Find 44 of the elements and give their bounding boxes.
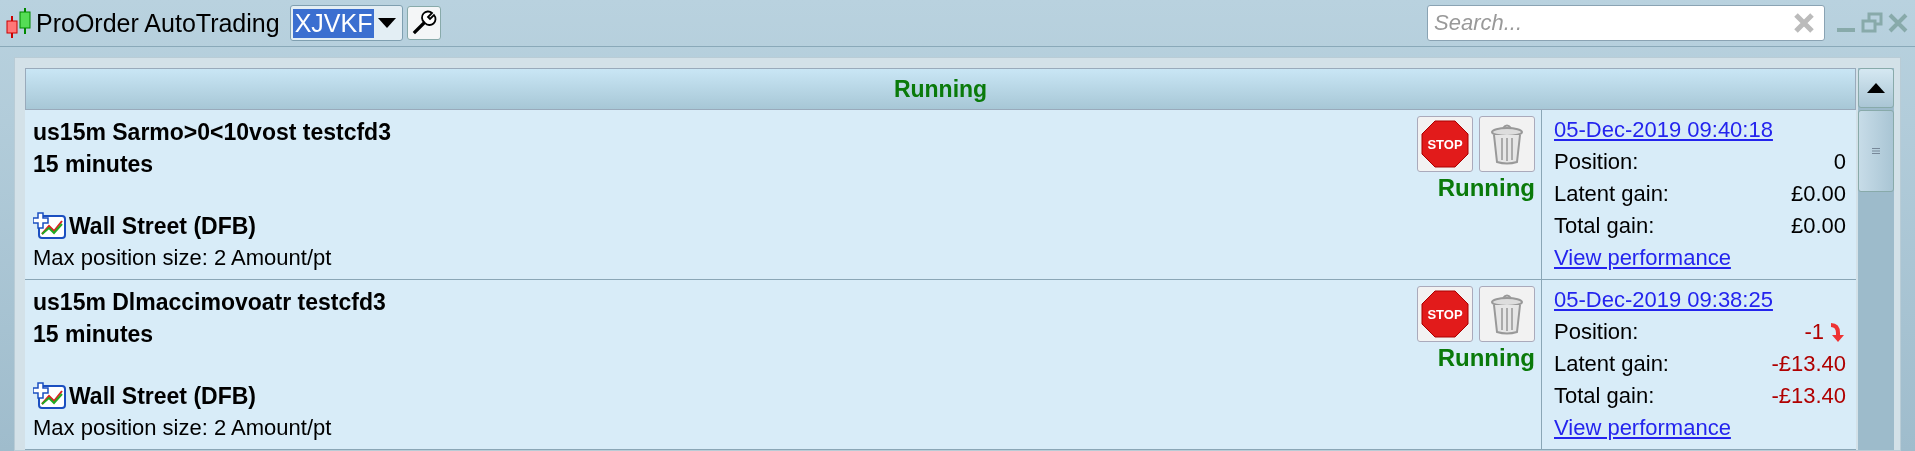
position-size: Max position size: 2 Amount/pt — [33, 244, 332, 272]
group-header: Running — [25, 68, 1856, 110]
latent-gain-value: £0.00 — [1790, 181, 1846, 207]
stop-button[interactable]: STOP — [1417, 286, 1473, 342]
search-field[interactable]: Search... — [1427, 5, 1825, 41]
close-icon[interactable] — [1887, 12, 1909, 34]
total-gain-label: Total gain: — [1554, 382, 1655, 410]
wrench-button[interactable] — [407, 6, 442, 40]
timeframe: 15 minutes — [33, 320, 154, 349]
delete-button[interactable] — [1479, 286, 1535, 342]
stop-button[interactable]: STOP — [1417, 116, 1473, 172]
scroll-up-button[interactable] — [1858, 68, 1894, 108]
total-gain-label: Total gain: — [1554, 212, 1655, 240]
position-value: 0 — [1833, 149, 1846, 175]
view-performance-link[interactable]: View performance — [1554, 242, 1731, 274]
timeframe: 15 minutes — [33, 150, 154, 179]
latent-gain-label: Latent gain: — [1554, 180, 1669, 208]
position-size: Max position size: 2 Amount/pt — [33, 414, 332, 442]
total-gain-value: £0.00 — [1790, 213, 1846, 239]
window-title: ProOrder AutoTrading — [36, 8, 280, 38]
scrollbar-thumb[interactable] — [1858, 110, 1894, 192]
chart-icon — [33, 382, 67, 410]
total-gain-value: -£13.40 — [1771, 383, 1846, 409]
latent-gain-value: -£13.40 — [1771, 351, 1846, 377]
position-value: -1 — [1804, 319, 1824, 345]
strategy-name: us15m Dlmaccimovoatr testcfd3 — [33, 288, 386, 317]
instrument-name: Wall Street (DFB) — [69, 382, 256, 411]
view-performance-link[interactable]: View performance — [1554, 412, 1731, 444]
account-dropdown[interactable]: XJVKF — [289, 5, 404, 41]
up-arrow-icon — [1866, 82, 1886, 94]
restore-icon[interactable] — [1861, 12, 1883, 34]
position-label: Position: — [1554, 148, 1639, 176]
date-link[interactable]: 05-Dec-2019 09:40:18 — [1554, 114, 1773, 146]
date-link[interactable]: 05-Dec-2019 09:38:25 — [1554, 284, 1773, 316]
clear-icon[interactable] — [1793, 12, 1815, 34]
strategy-status: Running — [1437, 174, 1535, 202]
candlestick-icon — [6, 6, 32, 40]
delete-button[interactable] — [1479, 116, 1535, 172]
instrument-name: Wall Street (DFB) — [69, 212, 256, 241]
position-label: Position: — [1554, 318, 1639, 346]
chart-icon — [33, 212, 67, 240]
strategy-name: us15m Sarmo>0<10vost testcfd3 — [33, 118, 391, 147]
latent-gain-label: Latent gain: — [1554, 350, 1669, 378]
strategy-status: Running — [1437, 344, 1535, 372]
